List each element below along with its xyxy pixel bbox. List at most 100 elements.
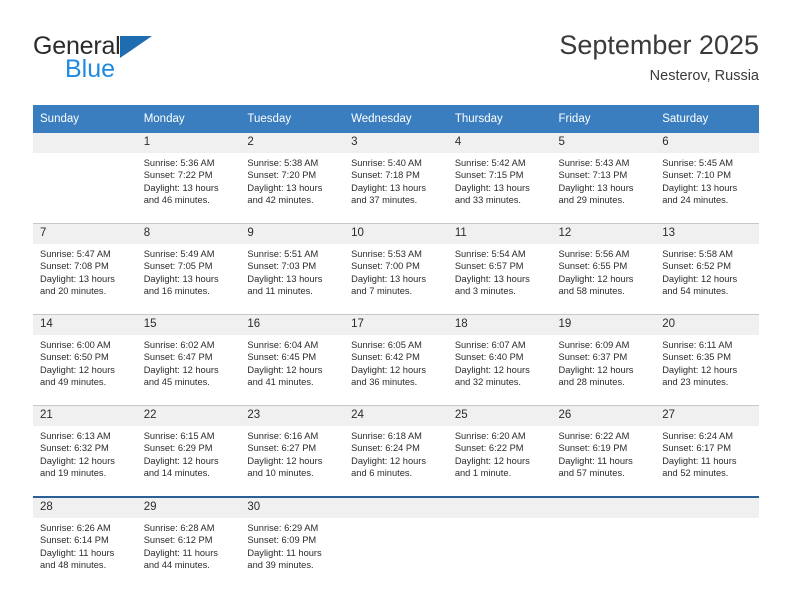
sunrise-text: Sunrise: 6:18 AM xyxy=(351,431,422,441)
calendar-day-cell[interactable]: 11 Sunrise: 5:54 AM Sunset: 6:57 PM Dayligh… xyxy=(447,223,552,315)
day-details: Sunrise: 6:05 AM Sunset: 6:42 PM Daylight:… xyxy=(344,335,448,405)
day-number: 9 xyxy=(240,224,345,244)
calendar-day-cell[interactable]: 3 Sunrise: 5:40 AM Sunset: 7:18 PM Daylight… xyxy=(344,133,448,224)
daylight-text-line1: Daylight: 11 hours xyxy=(40,547,115,558)
calendar-day-cell[interactable]: 13 Sunrise: 5:58 AM Sunset: 6:52 PM Dayligh… xyxy=(655,223,759,315)
sunset-text: Sunset: 7:15 PM xyxy=(454,170,524,181)
daylight-text-line2: and 44 minutes. xyxy=(143,559,210,570)
weekday-header-thursday: Thursday xyxy=(447,105,552,133)
daylight-text-line1: Daylight: 13 hours xyxy=(351,273,427,284)
calendar-day-cell[interactable]: 5 Sunrise: 5:43 AM Sunset: 7:13 PM Daylight… xyxy=(551,133,656,224)
daylight-text-line2: and 49 minutes. xyxy=(40,376,107,387)
day-details: Sunrise: 6:13 AM Sunset: 6:32 PM Daylight:… xyxy=(33,426,137,496)
daylight-text-line2: and 10 minutes. xyxy=(247,467,314,478)
weekday-header-wednesday: Wednesday xyxy=(344,105,448,133)
calendar-day-cell[interactable]: 20 Sunrise: 6:11 AM Sunset: 6:35 PM Dayligh… xyxy=(655,314,759,406)
calendar-day-cell[interactable]: 28 Sunrise: 6:26 AM Sunset: 6:14 PM Dayligh… xyxy=(33,496,137,588)
daylight-text-line2: and 46 minutes. xyxy=(143,194,210,205)
calendar-day-cell[interactable]: 24 Sunrise: 6:18 AM Sunset: 6:24 PM Dayligh… xyxy=(344,405,448,497)
calendar-day-cell[interactable]: 23 Sunrise: 6:16 AM Sunset: 6:27 PM Dayligh… xyxy=(240,405,345,497)
day-number: 24 xyxy=(344,406,448,426)
daylight-text-line1: Daylight: 12 hours xyxy=(558,364,634,375)
calendar-day-cell[interactable]: 30 Sunrise: 6:29 AM Sunset: 6:09 PM Dayligh… xyxy=(240,496,345,588)
calendar-day-cell[interactable]: 18 Sunrise: 6:07 AM Sunset: 6:40 PM Dayligh… xyxy=(447,314,552,406)
daylight-text-line1: Daylight: 12 hours xyxy=(662,364,738,375)
calendar-day-cell[interactable]: 27 Sunrise: 6:24 AM Sunset: 6:17 PM Dayligh… xyxy=(655,405,759,497)
general-blue-logo[interactable]: General Blue xyxy=(33,34,253,94)
day-details: Sunrise: 6:02 AM Sunset: 6:47 PM Daylight:… xyxy=(137,335,241,405)
daylight-text-line2: and 33 minutes. xyxy=(454,194,521,205)
blue-triangle-icon xyxy=(119,36,152,58)
calendar-day-cell[interactable]: 21 Sunrise: 6:13 AM Sunset: 6:32 PM Dayligh… xyxy=(33,405,137,497)
day-number: 23 xyxy=(240,406,345,426)
calendar-day-cell[interactable]: 10 Sunrise: 5:53 AM Sunset: 7:00 PM Dayligh… xyxy=(344,223,448,315)
sunset-text: Sunset: 6:55 PM xyxy=(558,261,628,272)
sunrise-text: Sunrise: 6:24 AM xyxy=(662,431,734,441)
day-number: 28 xyxy=(33,498,137,518)
sunset-text: Sunset: 6:14 PM xyxy=(40,535,109,546)
sunset-text: Sunset: 6:09 PM xyxy=(247,535,317,546)
calendar-day-cell-empty xyxy=(655,496,759,588)
daylight-text-line1: Daylight: 12 hours xyxy=(40,364,115,375)
sunset-text: Sunset: 7:20 PM xyxy=(247,170,317,181)
calendar-day-cell[interactable]: 16 Sunrise: 6:04 AM Sunset: 6:45 PM Dayligh… xyxy=(240,314,345,406)
sunrise-text: Sunrise: 5:36 AM xyxy=(143,158,215,168)
sunrise-text: Sunrise: 5:51 AM xyxy=(247,249,319,259)
sunrise-text: Sunrise: 6:13 AM xyxy=(40,431,111,441)
sunrise-text: Sunrise: 5:38 AM xyxy=(247,158,319,168)
calendar-day-cell[interactable]: 9 Sunrise: 5:51 AM Sunset: 7:03 PM Daylight… xyxy=(240,223,345,315)
day-details: Sunrise: 6:28 AM Sunset: 6:12 PM Daylight:… xyxy=(137,518,241,588)
sunset-text: Sunset: 7:13 PM xyxy=(558,170,628,181)
calendar-day-cell[interactable]: 7 Sunrise: 5:47 AM Sunset: 7:08 PM Daylight… xyxy=(33,223,137,315)
daylight-text-line2: and 16 minutes. xyxy=(143,285,210,296)
daylight-text-line1: Daylight: 12 hours xyxy=(143,364,219,375)
day-details: Sunrise: 5:42 AM Sunset: 7:15 PM Daylight:… xyxy=(448,153,552,223)
day-number: 7 xyxy=(33,224,137,244)
daylight-text-line2: and 41 minutes. xyxy=(247,376,314,387)
day-details: Sunrise: 5:53 AM Sunset: 7:00 PM Daylight:… xyxy=(344,244,448,314)
daylight-text-line2: and 6 minutes. xyxy=(351,467,413,478)
daylight-text-line1: Daylight: 13 hours xyxy=(454,273,530,284)
daylight-text-line1: Daylight: 13 hours xyxy=(247,182,323,193)
calendar-day-cell[interactable]: 25 Sunrise: 6:20 AM Sunset: 6:22 PM Dayligh… xyxy=(447,405,552,497)
sunrise-text: Sunrise: 5:42 AM xyxy=(454,158,526,168)
calendar-day-cell[interactable]: 17 Sunrise: 6:05 AM Sunset: 6:42 PM Dayligh… xyxy=(344,314,448,406)
daylight-text-line2: and 3 minutes. xyxy=(454,285,516,296)
calendar-day-cell[interactable]: 4 Sunrise: 5:42 AM Sunset: 7:15 PM Daylight… xyxy=(447,133,552,224)
page-title: September 2025 xyxy=(559,30,759,60)
daylight-text-line2: and 20 minutes. xyxy=(40,285,107,296)
sunrise-text: Sunrise: 6:05 AM xyxy=(351,340,422,350)
calendar-day-cell[interactable]: 8 Sunrise: 5:49 AM Sunset: 7:05 PM Daylight… xyxy=(136,223,241,315)
calendar-day-cell[interactable]: 26 Sunrise: 6:22 AM Sunset: 6:19 PM Dayligh… xyxy=(551,405,656,497)
calendar-day-cell[interactable]: 22 Sunrise: 6:15 AM Sunset: 6:29 PM Dayligh… xyxy=(136,405,241,497)
day-details: Sunrise: 5:47 AM Sunset: 7:08 PM Daylight:… xyxy=(33,244,137,314)
calendar-week-row: 1 Sunrise: 5:36 AM Sunset: 7:22 PM Daylight… xyxy=(33,133,759,224)
calendar-day-cell[interactable]: 15 Sunrise: 6:02 AM Sunset: 6:47 PM Dayligh… xyxy=(136,314,241,406)
day-number: 16 xyxy=(240,315,345,335)
daylight-text-line2: and 54 minutes. xyxy=(662,285,729,296)
daylight-text-line1: Daylight: 12 hours xyxy=(454,364,530,375)
day-number: 4 xyxy=(447,133,552,153)
calendar-page: General Blue September 2025 Nesterov, Ru… xyxy=(0,0,792,612)
daylight-text-line2: and 52 minutes. xyxy=(662,467,729,478)
calendar-day-cell[interactable]: 12 Sunrise: 5:56 AM Sunset: 6:55 PM Dayligh… xyxy=(551,223,656,315)
sunset-text: Sunset: 7:10 PM xyxy=(662,170,731,181)
sunrise-text: Sunrise: 6:11 AM xyxy=(662,340,733,350)
sunset-text: Sunset: 7:22 PM xyxy=(143,170,213,181)
sunset-text: Sunset: 6:47 PM xyxy=(143,352,213,363)
day-details xyxy=(655,518,759,588)
sunset-text: Sunset: 7:00 PM xyxy=(351,261,420,272)
calendar-day-cell[interactable]: 19 Sunrise: 6:09 AM Sunset: 6:37 PM Dayligh… xyxy=(551,314,656,406)
daylight-text-line2: and 48 minutes. xyxy=(40,559,107,570)
calendar-day-cell[interactable]: 29 Sunrise: 6:28 AM Sunset: 6:12 PM Dayligh… xyxy=(136,496,241,588)
day-details xyxy=(33,153,137,223)
calendar-day-cell[interactable]: 2 Sunrise: 5:38 AM Sunset: 7:20 PM Daylight… xyxy=(240,133,345,224)
day-number xyxy=(33,133,137,153)
calendar-day-cell[interactable]: 14 Sunrise: 6:00 AM Sunset: 6:50 PM Dayligh… xyxy=(33,314,137,406)
day-details: Sunrise: 6:07 AM Sunset: 6:40 PM Daylight:… xyxy=(448,335,552,405)
sunrise-text: Sunrise: 5:45 AM xyxy=(662,158,734,168)
daylight-text-line2: and 11 minutes. xyxy=(247,285,313,296)
calendar-day-cell[interactable]: 1 Sunrise: 5:36 AM Sunset: 7:22 PM Daylight… xyxy=(136,133,241,224)
calendar-day-cell[interactable]: 6 Sunrise: 5:45 AM Sunset: 7:10 PM Daylight… xyxy=(655,133,759,224)
daylight-text-line1: Daylight: 11 hours xyxy=(662,455,737,466)
